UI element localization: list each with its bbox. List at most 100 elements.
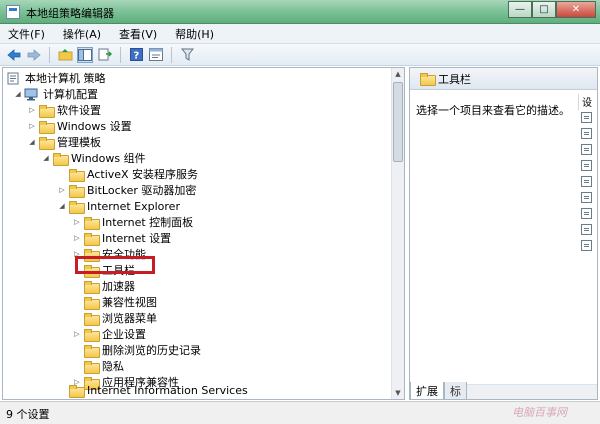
filter-icon[interactable] — [179, 47, 195, 63]
tree-node-software-settings[interactable]: ▷ 软件设置 — [27, 102, 101, 118]
forward-arrow-icon[interactable] — [26, 47, 42, 63]
folder-up-icon[interactable] — [57, 47, 73, 63]
tab-standard[interactable]: 标 — [444, 382, 467, 399]
close-button[interactable]: ✕ — [556, 1, 596, 18]
tree-node-activex-installer[interactable]: ActiveX 安装程序服务 — [57, 166, 198, 182]
policy-document-icon — [7, 72, 19, 84]
tree-node-corporate-settings[interactable]: ▷ 企业设置 — [72, 326, 146, 342]
tree-node-accelerators[interactable]: 加速器 — [72, 278, 135, 294]
collapsed-arrow-icon[interactable]: ▷ — [72, 218, 82, 226]
help-icon[interactable]: ? — [128, 47, 144, 63]
toolbar-separator — [120, 46, 121, 63]
detail-title: 工具栏 — [438, 72, 471, 86]
folder-icon — [69, 200, 85, 214]
detail-pane: 工具栏 选择一个项目来查看它的描述。 设 扩展 标 — [409, 67, 598, 400]
tree-node-internet-control-panel[interactable]: ▷ Internet 控制面板 — [72, 214, 193, 230]
computer-icon — [24, 88, 38, 100]
tree-vertical-scrollbar[interactable]: ▲ ▼ — [391, 68, 404, 399]
tree-node-windows-settings[interactable]: ▷ Windows 设置 — [27, 118, 132, 134]
collapsed-arrow-icon[interactable]: ▷ — [27, 122, 37, 130]
folder-icon — [420, 73, 436, 86]
folder-icon — [84, 232, 100, 246]
tree-node-iis[interactable]: Internet Information Services — [57, 382, 248, 398]
folder-icon — [84, 344, 100, 358]
scroll-up-arrow-icon[interactable]: ▲ — [392, 68, 404, 80]
status-text: 9 个设置 — [6, 408, 50, 421]
collapsed-arrow-icon[interactable]: ▷ — [72, 330, 82, 338]
folder-icon — [39, 120, 55, 134]
folder-icon — [84, 328, 100, 342]
setting-item-icon[interactable] — [581, 176, 592, 187]
folder-icon — [84, 312, 100, 326]
toolbar-separator — [49, 46, 50, 63]
detail-tabs: 扩展 标 — [410, 382, 467, 399]
menu-view[interactable]: 查看(V) — [119, 26, 157, 42]
folder-icon — [39, 104, 55, 118]
show-hide-tree-icon[interactable] — [77, 46, 93, 63]
tree-node-admin-templates[interactable]: ◢ 管理模板 — [27, 134, 101, 150]
back-arrow-icon[interactable] — [6, 47, 22, 63]
menu-action[interactable]: 操作(A) — [63, 26, 101, 42]
folder-icon — [69, 184, 85, 198]
setting-item-icon[interactable] — [581, 144, 592, 155]
detail-horizontal-scrollbar[interactable] — [450, 384, 597, 399]
title-bar: 本地组策略编辑器 — □ ✕ — [0, 0, 600, 24]
scrollbar-thumb[interactable] — [393, 82, 403, 162]
properties-icon[interactable] — [148, 47, 164, 63]
gpedit-app-icon — [6, 5, 20, 19]
export-list-icon[interactable] — [97, 47, 113, 63]
setting-item-icon[interactable] — [581, 224, 592, 235]
tree-node-internet-settings[interactable]: ▷ Internet 设置 — [72, 230, 171, 246]
folder-icon — [84, 216, 100, 230]
collapsed-arrow-icon[interactable]: ▷ — [57, 186, 67, 194]
collapsed-arrow-icon[interactable]: ▷ — [27, 106, 37, 114]
tree-pane[interactable]: 本地计算机 策略 ◢ 计算机配置 ▷ 软件设置 ▷ Windows 设置 ◢ 管… — [2, 67, 405, 400]
detail-header: 工具栏 — [410, 68, 597, 90]
setting-item-icon[interactable] — [581, 160, 592, 171]
folder-icon — [84, 280, 100, 294]
tree-node-delete-history[interactable]: 删除浏览的历史记录 — [72, 342, 201, 358]
toolbar-separator — [171, 46, 172, 63]
folder-icon — [53, 152, 69, 166]
expanded-arrow-icon[interactable]: ◢ — [57, 202, 67, 210]
window-controls: — □ ✕ — [508, 1, 596, 18]
svg-text:?: ? — [133, 51, 139, 62]
scroll-down-arrow-icon[interactable]: ▼ — [392, 387, 404, 399]
watermark: 电脑百事网 — [512, 406, 567, 419]
tree-node-compat-view[interactable]: 兼容性视图 — [72, 294, 157, 310]
setting-item-icon[interactable] — [581, 240, 592, 251]
folder-icon — [69, 168, 85, 182]
folder-icon — [69, 384, 85, 398]
tree-node-windows-components[interactable]: ◢ Windows 组件 — [41, 150, 146, 166]
tree-node-computer-config[interactable]: ◢ 计算机配置 — [13, 86, 98, 102]
setting-item-icon[interactable] — [581, 192, 592, 203]
menu-bar: 文件(F) 操作(A) 查看(V) 帮助(H) — [0, 24, 600, 44]
folder-icon — [84, 296, 100, 310]
setting-item-icon[interactable] — [581, 112, 592, 123]
maximize-button[interactable]: □ — [532, 1, 556, 18]
menu-help[interactable]: 帮助(H) — [175, 26, 214, 42]
expanded-arrow-icon[interactable]: ◢ — [13, 90, 23, 98]
tree-node-browser-menus[interactable]: 浏览器菜单 — [72, 310, 157, 326]
toolbar: ? — [0, 44, 600, 66]
tree-node-local-computer-policy[interactable]: 本地计算机 策略 — [7, 70, 106, 86]
expanded-arrow-icon[interactable]: ◢ — [27, 138, 37, 146]
setting-item-icon[interactable] — [581, 208, 592, 219]
folder-icon — [39, 136, 55, 150]
collapsed-arrow-icon[interactable]: ▷ — [72, 234, 82, 242]
window-title: 本地组策略编辑器 — [26, 7, 114, 20]
detail-description: 选择一个项目来查看它的描述。 — [416, 104, 570, 117]
tree-node-internet-explorer[interactable]: ◢ Internet Explorer — [57, 198, 180, 214]
tree-node-privacy[interactable]: 隐私 — [72, 358, 124, 374]
minimize-button[interactable]: — — [508, 1, 532, 18]
status-bar: 9 个设置 — [0, 401, 600, 424]
tab-extended[interactable]: 扩展 — [410, 382, 444, 399]
settings-column-header[interactable]: 设 — [578, 94, 597, 110]
menu-file[interactable]: 文件(F) — [8, 26, 45, 42]
red-highlight-box — [75, 256, 155, 274]
expanded-arrow-icon[interactable]: ◢ — [41, 154, 51, 162]
setting-list-icons — [581, 112, 592, 256]
setting-item-icon[interactable] — [581, 128, 592, 139]
folder-icon — [84, 360, 100, 374]
tree-node-bitlocker[interactable]: ▷ BitLocker 驱动器加密 — [57, 182, 196, 198]
